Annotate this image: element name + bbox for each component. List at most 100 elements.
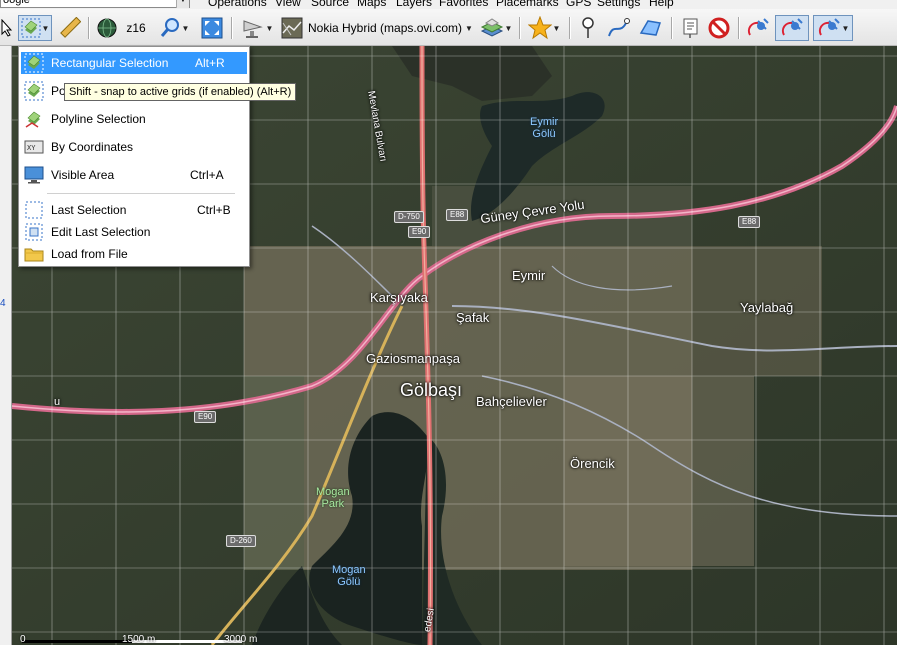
zoom-button[interactable]: ▼ [154,15,194,41]
menu-item-label: Edit Last Selection [51,225,151,239]
menu-item-last-selection[interactable]: Last Selection Ctrl+B [21,199,247,221]
road-shield-e88-east: E88 [738,216,761,228]
map-source-label: Nokia Hybrid (maps.ovi.com) [308,21,463,35]
zoom-level-text: z16 [126,21,146,35]
add-path-button[interactable] [604,15,632,41]
map-thumbnail-icon [281,17,303,39]
menu-item-rectangular-selection[interactable]: Rectangular Selection Alt+R [21,52,247,74]
svg-text:XY: XY [27,144,36,152]
menu-item-label: Load from File [51,247,128,261]
map-label-safak: Şafak [456,310,490,325]
road-shield-d260: D-260 [226,535,256,547]
menu-item-shortcut: Alt+R [195,56,225,70]
menu-settings[interactable]: Settings [597,0,640,9]
map-label-orencik: Örencik [570,456,615,471]
star-icon [527,16,552,40]
delete-placemarks-button[interactable] [706,15,732,41]
menu-operations[interactable]: Operations [208,0,267,9]
menu-divider [47,193,235,194]
map-type-button[interactable] [95,15,119,41]
search-combo-value: oogle [3,0,30,6]
menu-maps[interactable]: Maps [357,0,386,9]
chevron-down-icon: ▼ [465,23,473,33]
map-label-eymir-golu: Eymir Gölü [530,116,559,140]
menu-layers[interactable]: Layers [396,0,432,9]
menu-item-polyline-selection[interactable]: Polyline Selection [21,108,247,130]
chevron-down-icon: ▼ [41,23,50,33]
toolbar-separator [88,17,90,39]
menu-item-visible-area[interactable]: Visible Area Ctrl+A [21,164,247,186]
ruler-icon [60,17,81,38]
menu-item-shortcut: Ctrl+A [190,168,224,182]
gps-center-icon [818,18,840,36]
monitor-icon [23,164,45,186]
menu-help[interactable]: Help [649,0,674,9]
toolbar-separator [569,17,571,39]
rectangular-selection-icon [21,18,41,38]
gps-track-icon [781,18,803,36]
gps-connect-button[interactable] [744,15,772,41]
layers-button[interactable]: ▼ [478,15,514,41]
menu-placemarks[interactable]: Placemarks [496,0,559,9]
menu-item-load-from-file[interactable]: Load from File [21,243,247,265]
globe-icon [97,18,117,38]
map-source-selector[interactable]: Nokia Hybrid (maps.ovi.com) ▼ [281,15,475,41]
placemark-list-button[interactable] [677,15,703,41]
satellite-source-button[interactable]: ▼ [238,15,276,41]
main-toolbar: ▼ z16 ▼ ▼ Nokia Hybrid (maps.ovi.com) ▼ … [0,9,897,46]
map-label-eymir: Eymir [512,268,546,283]
favorites-button[interactable]: ▼ [525,15,563,41]
toolbar-separator [738,17,740,39]
add-polygon-button[interactable] [636,15,666,41]
pointer-button[interactable] [0,15,14,41]
menu-gps[interactable]: GPS [566,0,591,9]
menubar: oogle ▼ Operations View Source Maps Laye… [0,0,897,9]
coordinates-icon: XY [23,136,45,158]
menu-favorites[interactable]: Favorites [439,0,488,9]
cursor-icon [1,19,13,37]
menu-view[interactable]: View [275,0,301,9]
selection-tool-button[interactable]: ▼ [18,15,52,41]
add-placemark-button[interactable] [576,15,600,41]
toolbar-separator [519,17,521,39]
edit-rect-icon [23,221,45,243]
fullscreen-icon [201,17,223,39]
gps-track-button[interactable] [775,15,809,41]
map-search-combo[interactable]: oogle ▼ [0,0,190,8]
road-shield-e90-west: E90 [194,411,217,423]
gps-satellite-icon [747,18,769,36]
path-icon [608,18,630,37]
chevron-down-icon: ▼ [841,23,850,33]
polygon-icon [639,20,661,36]
map-label-mogan-park: Mogan Park [316,486,350,510]
menu-item-by-coordinates[interactable]: XY By Coordinates [21,136,247,158]
map-label-golbasi: Gölbaşı [400,380,463,400]
dashed-rect-icon [23,199,45,221]
left-strip-number: 4 [0,298,6,309]
chevron-down-icon: ▼ [181,23,190,33]
polyline-selection-icon [23,108,45,130]
zoom-level-indicator[interactable]: z16 [122,15,150,41]
scale-zero: 0 [20,634,26,645]
gps-center-button[interactable]: ▼ [813,15,853,41]
map-label-u: u [54,396,61,408]
menu-item-edit-last-selection[interactable]: Edit Last Selection [21,221,247,243]
fullscreen-button[interactable] [199,15,225,41]
ruler-button[interactable] [57,15,83,41]
selection-dropdown-menu: Rectangular Selection Alt+R Po Polyline … [18,46,250,267]
map-label-yaylabag: Yaylabağ [740,300,794,315]
menu-item-label: By Coordinates [51,140,134,154]
road-shield-e88: E88 [446,209,469,221]
menu-item-label: Polyline Selection [51,112,146,126]
chevron-down-icon[interactable]: ▼ [176,0,189,8]
layers-icon [480,18,503,37]
map-label-mogan-golu: Mogan Gölü [332,564,366,588]
chevron-down-icon: ▼ [504,23,513,33]
scale-end: 3000 m [224,634,258,645]
note-icon [683,18,698,38]
rectangular-selection-icon [23,52,45,74]
folder-icon [23,243,45,265]
road-shield-d750: D-750 [394,211,424,223]
magnifier-icon [160,18,179,37]
menu-source[interactable]: Source [311,0,349,9]
